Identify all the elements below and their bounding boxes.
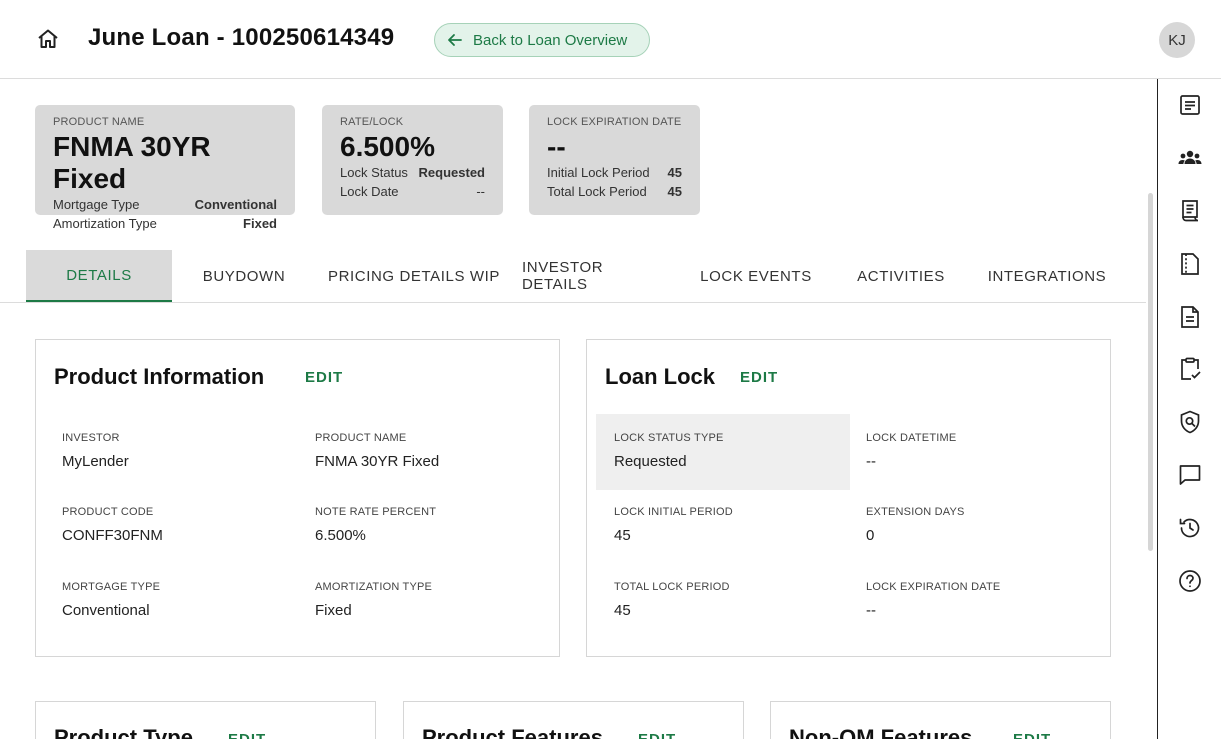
- field-note-rate: NOTE RATE PERCENT 6.500%: [315, 506, 436, 544]
- field-amortization-type: AMORTIZATION TYPE Fixed: [315, 581, 432, 619]
- product-summary-card: PRODUCT NAME FNMA 30YR Fixed Mortgage Ty…: [35, 105, 295, 231]
- back-to-overview-button[interactable]: Back to Loan Overview: [434, 23, 650, 57]
- page-title: June Loan - 100250614349: [88, 24, 395, 51]
- back-button-label: Back to Loan Overview: [473, 31, 628, 49]
- field-investor: INVESTOR MyLender: [62, 432, 129, 470]
- field-label: LOCK INITIAL PERIOD: [614, 506, 733, 518]
- tab-pricing-details-wip[interactable]: PRICING DETAILS WIP: [326, 250, 502, 302]
- checklist-icon[interactable]: [1177, 92, 1203, 118]
- product-information-panel: Product Information EDIT INVESTOR MyLend…: [35, 339, 560, 657]
- receipt-icon[interactable]: [1177, 198, 1203, 224]
- field-label: LOCK DATETIME: [866, 432, 957, 444]
- panel-title: Product Type: [54, 725, 193, 739]
- summary-row-label: Total Lock Period: [547, 184, 647, 199]
- field-extension-days: EXTENSION DAYS 0: [866, 506, 965, 544]
- field-lock-expiration-date: LOCK EXPIRATION DATE --: [866, 581, 1000, 619]
- field-label: NOTE RATE PERCENT: [315, 506, 437, 518]
- field-label: EXTENSION DAYS: [866, 506, 965, 518]
- tab-lock-events[interactable]: LOCK EVENTS: [694, 250, 818, 302]
- field-label: TOTAL LOCK PERIOD: [614, 581, 730, 593]
- summary-row-label: Lock Status: [340, 165, 408, 180]
- arrow-left-icon: [448, 34, 462, 46]
- field-value: CONFF30FNM: [62, 527, 163, 544]
- field-label: PRODUCT CODE: [62, 506, 154, 518]
- field-lock-datetime: LOCK DATETIME --: [866, 432, 956, 470]
- clipboard-check-icon[interactable]: [1177, 356, 1203, 382]
- lock-expiration-summary-card: LOCK EXPIRATION DATE -- Initial Lock Per…: [529, 105, 700, 215]
- non-qm-features-panel: Non-QM Features EDIT: [770, 701, 1111, 739]
- field-total-lock-period: TOTAL LOCK PERIOD 45: [614, 581, 730, 619]
- panel-title: Non-QM Features: [789, 725, 973, 739]
- panel-title: Loan Lock: [605, 364, 716, 389]
- field-value: 6.500%: [315, 527, 366, 544]
- rate-lock-summary-card: RATE/LOCK 6.500% Lock Status Requested Lo…: [322, 105, 503, 215]
- panel-title: Product Information: [54, 364, 265, 389]
- tab-buydown[interactable]: BUYDOWN: [186, 250, 302, 302]
- field-product-code: PRODUCT CODE CONFF30FNM: [62, 506, 163, 544]
- field-label: MORTGAGE TYPE: [62, 581, 161, 593]
- field-value: Fixed: [315, 602, 352, 619]
- history-icon[interactable]: [1177, 515, 1203, 541]
- home-icon[interactable]: [36, 27, 60, 51]
- summary-label: LOCK EXPIRATION DATE: [547, 116, 682, 128]
- field-value: 45: [614, 602, 631, 619]
- summary-row-value: Requested: [418, 165, 485, 180]
- summary-label: PRODUCT NAME: [53, 116, 145, 128]
- loan-lock-panel: Loan Lock EDIT LOCK STATUS TYPE Requeste…: [586, 339, 1111, 657]
- product-type-edit-button[interactable]: EDIT: [228, 731, 266, 739]
- summary-row-label: Lock Date: [340, 184, 399, 199]
- document-icon[interactable]: [1177, 304, 1203, 330]
- field-value: --: [866, 453, 876, 470]
- field-value: Requested: [614, 453, 687, 470]
- field-value: MyLender: [62, 453, 129, 470]
- shield-search-icon[interactable]: [1177, 409, 1203, 435]
- summary-row-label: Amortization Type: [53, 216, 157, 231]
- loan-lock-edit-button[interactable]: EDIT: [740, 369, 778, 386]
- summary-value: FNMA 30YR Fixed: [53, 131, 211, 194]
- summary-row-value: 45: [667, 184, 682, 199]
- document-dashed-icon[interactable]: [1177, 251, 1203, 277]
- field-label: AMORTIZATION TYPE: [315, 581, 433, 593]
- non-qm-features-edit-button[interactable]: EDIT: [1013, 731, 1051, 739]
- field-label: PRODUCT NAME: [315, 432, 407, 444]
- field-value: 0: [866, 527, 875, 544]
- product-info-edit-button[interactable]: EDIT: [305, 369, 343, 386]
- tab-bar: DETAILS BUYDOWN PRICING DETAILS WIP INVE…: [0, 250, 1146, 303]
- field-mortgage-type: MORTGAGE TYPE Conventional: [62, 581, 160, 619]
- people-icon[interactable]: [1177, 145, 1203, 171]
- summary-row-value: Conventional: [194, 197, 277, 212]
- field-value: 45: [614, 527, 631, 544]
- summary-label: RATE/LOCK: [340, 116, 404, 128]
- summary-value: --: [547, 131, 566, 162]
- right-toolbar: [1157, 79, 1221, 739]
- content-scrollbar[interactable]: [1148, 193, 1153, 551]
- summary-row-value: --: [476, 184, 485, 199]
- summary-row-value: 45: [667, 165, 682, 180]
- avatar[interactable]: KJ: [1159, 22, 1195, 58]
- summary-row-label: Mortgage Type: [53, 197, 140, 212]
- field-product-name: PRODUCT NAME FNMA 30YR Fixed: [315, 432, 439, 470]
- tab-details[interactable]: DETAILS: [26, 250, 172, 302]
- field-label: LOCK STATUS TYPE: [614, 432, 724, 444]
- field-lock-initial-period: LOCK INITIAL PERIOD 45: [614, 506, 733, 544]
- field-label: INVESTOR: [62, 432, 120, 444]
- tab-investor-details[interactable]: INVESTOR DETAILS: [522, 250, 672, 302]
- field-lock-status-type: LOCK STATUS TYPE Requested: [614, 432, 724, 470]
- help-icon[interactable]: [1177, 568, 1203, 594]
- field-value: Conventional: [62, 602, 150, 619]
- field-label: LOCK EXPIRATION DATE: [866, 581, 1001, 593]
- top-header: June Loan - 100250614349 Back to Loan Ov…: [0, 0, 1221, 79]
- tab-integrations[interactable]: INTEGRATIONS: [982, 250, 1112, 302]
- panel-title: Product Features: [422, 725, 603, 739]
- summary-row-value: Fixed: [243, 216, 277, 231]
- summary-value: 6.500%: [340, 131, 435, 162]
- product-type-panel: Product Type EDIT: [35, 701, 376, 739]
- chat-icon[interactable]: [1177, 462, 1203, 488]
- tab-activities[interactable]: ACTIVITIES: [846, 250, 956, 302]
- product-features-panel: Product Features EDIT: [403, 701, 744, 739]
- product-features-edit-button[interactable]: EDIT: [638, 731, 676, 739]
- field-value: --: [866, 602, 876, 619]
- summary-row-label: Initial Lock Period: [547, 165, 650, 180]
- field-value: FNMA 30YR Fixed: [315, 453, 440, 470]
